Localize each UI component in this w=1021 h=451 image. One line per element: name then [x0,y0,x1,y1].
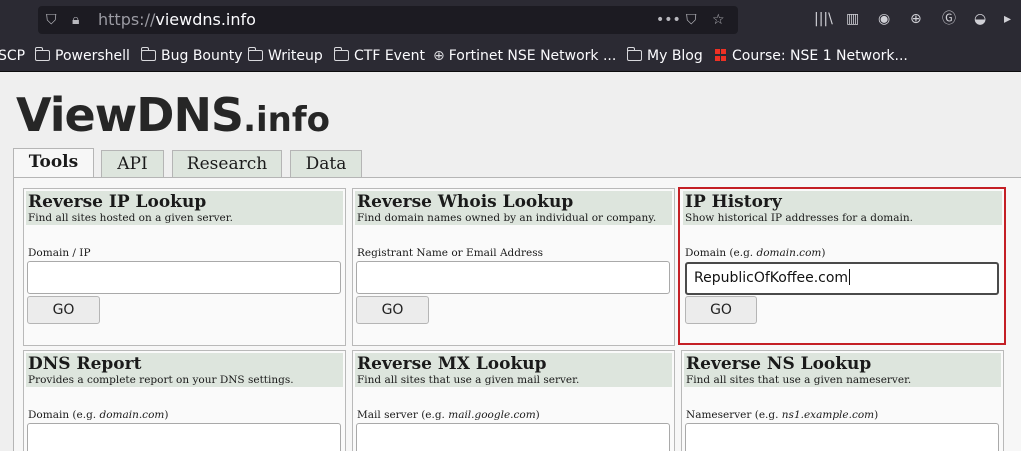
page-actions-icon[interactable]: ••• [656,11,681,29]
panel-title: Reverse IP Lookup [28,192,207,212]
reverse-ns-input[interactable] [685,423,999,451]
bookmark-course-nse1[interactable]: Course: NSE 1 Network... [715,46,908,66]
reverse-whois-input[interactable] [356,261,670,294]
panel-description: Find all sites hosted on a given server. [28,212,233,224]
folder-icon [627,47,642,61]
url-text[interactable]: https://viewdns.info [98,10,256,30]
dns-report-input[interactable] [27,423,341,451]
panel-header: DNS Report Provides a complete report on… [26,353,343,387]
shield-icon[interactable]: ⛉ [46,11,57,29]
reverse-whois-go-button[interactable]: GO [356,296,429,324]
extension-hat-icon[interactable]: ◒ [974,10,986,28]
tab-api[interactable]: API [101,150,164,178]
folder-icon [248,47,263,61]
bookmarks-bar: SCP Powershell Bug Bounty Writeup CTF Ev… [0,40,1021,72]
reverse-ip-go-button[interactable]: GO [27,296,100,324]
overflow-menu-icon[interactable]: ▸ [1004,10,1011,28]
ip-history-go-button[interactable]: GO [685,296,757,324]
library-icon[interactable]: |||\ [814,10,833,28]
reverse-mx-input[interactable] [356,423,670,451]
bookmark-ctf-event[interactable]: CTF Event [334,46,425,66]
panel-title: Reverse NS Lookup [686,354,872,374]
tool-panel-reverse-ip: Reverse IP Lookup Find all sites hosted … [23,188,346,346]
tab-data[interactable]: Data [290,150,362,178]
panel-title: IP History [685,192,782,212]
extension-globe-icon[interactable]: ⊕ [910,10,922,28]
bookmark-fortinet-nse[interactable]: ⊕ Fortinet NSE Network ... [433,46,616,66]
folder-icon [334,47,349,61]
panel-title: DNS Report [28,354,142,374]
fortinet-icon [715,49,726,61]
bookmark-star-icon[interactable]: ☆ [712,11,725,29]
field-label: Domain (e.g. domain.com) [685,247,826,259]
panel-description: Provides a complete report on your DNS s… [28,374,294,386]
tool-panel-ip-history: IP History Show historical IP addresses … [678,187,1006,345]
bookmark-powershell[interactable]: Powershell [35,46,130,66]
field-label: Domain / IP [28,247,91,259]
field-label: Registrant Name or Email Address [357,247,544,259]
bookmark-writeup[interactable]: Writeup [248,46,323,66]
pocket-icon[interactable]: ⛉ [686,11,697,29]
lock-icon[interactable]: 🔒︎ [72,11,79,29]
folder-icon [141,47,156,61]
field-label: Nameserver (e.g. ns1.example.com) [686,409,879,421]
reverse-ip-input[interactable] [27,261,341,294]
bookmark-bug-bounty[interactable]: Bug Bounty [141,46,243,66]
field-label: Mail server (e.g. mail.google.com) [357,409,540,421]
tool-panel-reverse-whois: Reverse Whois Lookup Find domain names o… [352,188,675,346]
browser-toolbar: ⛉ 🔒︎ https://viewdns.info ••• ⛉ ☆ |||\ ▥… [0,0,1021,40]
folder-icon [35,47,50,61]
panel-title: Reverse MX Lookup [357,354,547,374]
bookmark-scp[interactable]: SCP [0,46,25,66]
panel-header: Reverse IP Lookup Find all sites hosted … [26,191,343,225]
sidebar-icon[interactable]: ▥ [846,10,859,28]
tool-panel-dns-report: DNS Report Provides a complete report on… [23,350,346,451]
bookmark-my-blog[interactable]: My Blog [627,46,703,66]
panel-header: Reverse Whois Lookup Find domain names o… [355,191,672,225]
tool-panel-reverse-ns: Reverse NS Lookup Find all sites that us… [681,350,1004,451]
panel-header: Reverse MX Lookup Find all sites that us… [355,353,672,387]
tool-panel-reverse-mx: Reverse MX Lookup Find all sites that us… [352,350,675,451]
panel-description: Find all sites that use a given mail ser… [357,374,580,386]
text-caret [849,269,851,285]
panel-title: Reverse Whois Lookup [357,192,574,212]
tab-research[interactable]: Research [172,150,282,178]
panel-description: Find all sites that use a given nameserv… [686,374,912,386]
tab-tools[interactable]: Tools [13,148,94,178]
ip-history-input[interactable]: RepublicOfKoffee.com [685,262,999,295]
site-logo[interactable]: ViewDNS.info [16,90,330,145]
field-label: Domain (e.g. domain.com) [28,409,169,421]
extension-g-icon[interactable]: Ⓖ [942,10,956,28]
panel-header: Reverse NS Lookup Find all sites that us… [684,353,1001,387]
account-icon[interactable]: ◉ [878,10,890,28]
panel-header: IP History Show historical IP addresses … [683,191,1002,225]
url-bar[interactable]: ⛉ 🔒︎ https://viewdns.info ••• ⛉ ☆ [38,6,738,34]
panel-description: Show historical IP addresses for a domai… [685,212,913,224]
panel-description: Find domain names owned by an individual… [357,212,657,224]
globe-icon: ⊕ [433,48,445,64]
